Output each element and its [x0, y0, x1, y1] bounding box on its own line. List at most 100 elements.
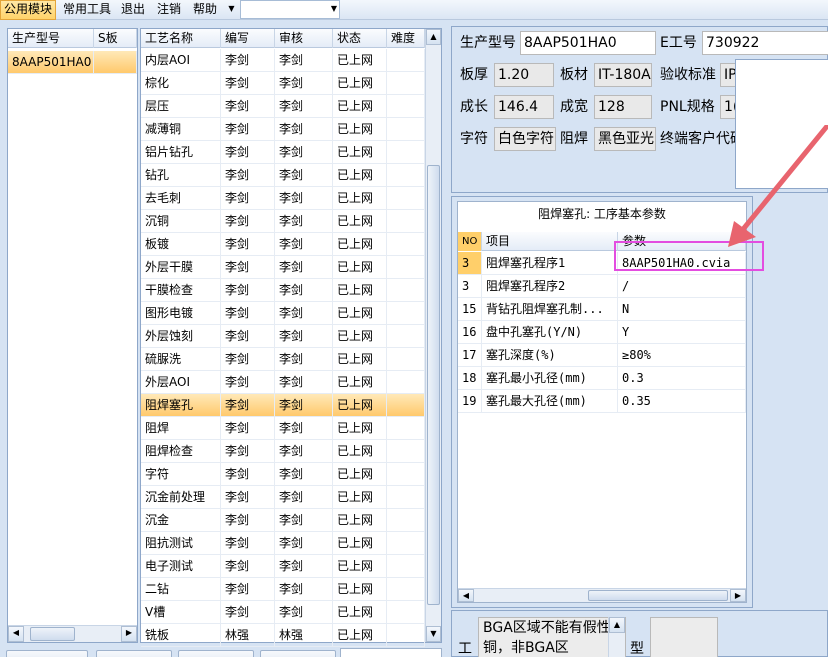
col-process-name[interactable]: 工艺名称 — [141, 29, 221, 48]
process-row[interactable]: 阻焊 李剑 李剑 已上网 — [141, 417, 425, 440]
col-status[interactable]: 状态 — [333, 29, 387, 48]
process-name-cell: 外层干膜 — [141, 256, 221, 279]
param-item-cell: 盘中孔塞孔(Y/N) — [482, 321, 618, 344]
col-difficulty[interactable]: 难度 — [387, 29, 425, 48]
scroll-right-icon[interactable]: ▶ — [121, 626, 137, 642]
scroll-thumb[interactable] — [588, 590, 728, 601]
process-row[interactable]: V槽 李剑 李剑 已上网 — [141, 601, 425, 624]
col-item[interactable]: 项目 — [482, 232, 618, 251]
process-row[interactable]: 阻抗测试 李剑 李剑 已上网 — [141, 532, 425, 555]
menu-common-tools[interactable]: 常用工具 — [60, 0, 114, 20]
reviewer-cell: 李剑 — [275, 72, 333, 95]
difficulty-cell — [387, 141, 425, 164]
model-field[interactable]: 8AAP501HA0 — [520, 31, 656, 55]
scroll-left-icon[interactable]: ◀ — [458, 589, 474, 602]
process-row[interactable]: 外层干膜 李剑 李剑 已上网 — [141, 256, 425, 279]
status-cell: 已上网 — [333, 187, 387, 210]
status-cell: 已上网 — [333, 348, 387, 371]
scroll-right-icon[interactable]: ▶ — [730, 589, 746, 602]
process-row[interactable]: 二钻 李剑 李剑 已上网 — [141, 578, 425, 601]
param-item-cell: 塞孔最大孔径(mm) — [482, 390, 618, 413]
col-author[interactable]: 编写 — [221, 29, 275, 48]
process-row[interactable]: 层压 李剑 李剑 已上网 — [141, 95, 425, 118]
process-row[interactable]: 阻焊检查 李剑 李剑 已上网 — [141, 440, 425, 463]
param-row[interactable]: 15 背钻孔阻焊塞孔制... N — [458, 298, 746, 321]
param-row[interactable]: 18 塞孔最小孔径(mm) 0.3 — [458, 367, 746, 390]
col-no[interactable]: NO — [458, 232, 482, 251]
bottom-input[interactable] — [340, 648, 442, 657]
menu-exit[interactable]: 退出 — [118, 0, 148, 20]
scroll-left-icon[interactable]: ◀ — [8, 626, 24, 642]
process-row[interactable]: 钻孔 李剑 李剑 已上网 — [141, 164, 425, 187]
scroll-up-icon[interactable]: ▲ — [426, 29, 441, 45]
author-cell: 李剑 — [221, 555, 275, 578]
reviewer-cell: 李剑 — [275, 578, 333, 601]
bottom-panel: 工 BGA区域不能有假性露铜，非BGA区 ▲ 型 — [451, 610, 828, 657]
note-vscroll[interactable]: ▲ — [608, 617, 625, 657]
process-row[interactable]: 沉金前处理 李剑 李剑 已上网 — [141, 486, 425, 509]
param-row[interactable]: 16 盘中孔塞孔(Y/N) Y — [458, 321, 746, 344]
process-name-cell: 干膜检查 — [141, 279, 221, 302]
bottom-button-3[interactable] — [178, 650, 254, 657]
process-row[interactable]: 电子测试 李剑 李剑 已上网 — [141, 555, 425, 578]
difficulty-cell — [387, 95, 425, 118]
param-value-cell: ≥80% — [618, 344, 746, 367]
author-cell: 李剑 — [221, 486, 275, 509]
process-row[interactable]: 板镀 李剑 李剑 已上网 — [141, 233, 425, 256]
process-row[interactable]: 字符 李剑 李剑 已上网 — [141, 463, 425, 486]
process-row[interactable]: 铝片钻孔 李剑 李剑 已上网 — [141, 141, 425, 164]
process-row[interactable]: 去毛刺 李剑 李剑 已上网 — [141, 187, 425, 210]
scroll-up-icon[interactable]: ▲ — [609, 617, 625, 633]
menu-help[interactable]: 帮助 — [190, 0, 220, 20]
process-row[interactable]: 外层AOI 李剑 李剑 已上网 — [141, 371, 425, 394]
process-row[interactable]: 外层蚀刻 李剑 李剑 已上网 — [141, 325, 425, 348]
menu-logout[interactable]: 注销 — [154, 0, 184, 20]
col-s-board[interactable]: S板 — [94, 29, 137, 48]
process-row[interactable]: 沉铜 李剑 李剑 已上网 — [141, 210, 425, 233]
eng-field[interactable]: 730922 — [702, 31, 828, 55]
process-row[interactable]: 铣板 林强 林强 已上网 — [141, 624, 425, 647]
param-row[interactable]: 17 塞孔深度(%) ≥80% — [458, 344, 746, 367]
col-reviewer[interactable]: 审核 — [275, 29, 333, 48]
param-hscroll[interactable]: ◀ ▶ — [458, 588, 746, 602]
process-row[interactable]: 内层AOI 李剑 李剑 已上网 — [141, 49, 425, 72]
process-row[interactable]: 硫脲洗 李剑 李剑 已上网 — [141, 348, 425, 371]
model-row[interactable]: 8AAP501HA0 — [8, 51, 137, 74]
process-row[interactable]: 棕化 李剑 李剑 已上网 — [141, 72, 425, 95]
process-row[interactable]: 沉金 李剑 李剑 已上网 — [141, 509, 425, 532]
scroll-thumb[interactable] — [30, 627, 75, 641]
menu-common-module[interactable]: 公用模块 — [0, 0, 57, 20]
status-cell: 已上网 — [333, 141, 387, 164]
process-row[interactable]: 图形电镀 李剑 李剑 已上网 — [141, 302, 425, 325]
process-row[interactable]: 减薄铜 李剑 李剑 已上网 — [141, 118, 425, 141]
reviewer-cell: 李剑 — [275, 394, 333, 417]
process-row[interactable]: 阻焊塞孔 李剑 李剑 已上网 — [141, 394, 425, 417]
toolbar-combo[interactable]: ▼ — [240, 0, 340, 19]
process-row[interactable]: 干膜检查 李剑 李剑 已上网 — [141, 279, 425, 302]
scroll-thumb[interactable] — [427, 165, 440, 605]
status-cell: 已上网 — [333, 417, 387, 440]
param-item-cell: 阻焊塞孔程序2 — [482, 275, 618, 298]
bottom-button-4[interactable] — [260, 650, 336, 657]
difficulty-cell — [387, 371, 425, 394]
param-item-cell: 塞孔最小孔径(mm) — [482, 367, 618, 390]
difficulty-cell — [387, 440, 425, 463]
process-list-vscroll[interactable]: ▲ ▼ — [425, 29, 441, 642]
scroll-down-icon[interactable]: ▼ — [426, 626, 441, 642]
mask-field: 黑色亚光 — [594, 127, 656, 151]
length-label: 成长 — [460, 99, 488, 115]
author-cell: 李剑 — [221, 279, 275, 302]
param-no-cell: 17 — [458, 344, 482, 367]
param-value-cell: Y — [618, 321, 746, 344]
bottom-button-2[interactable] — [96, 650, 172, 657]
model-list-hscroll[interactable]: ◀ ▶ — [8, 625, 137, 642]
combo-chevron-down-icon[interactable]: ▼ — [331, 4, 337, 13]
param-row[interactable]: 3 阻焊塞孔程序2/ — [458, 275, 746, 298]
type-field[interactable] — [650, 617, 718, 657]
note-textarea[interactable]: BGA区域不能有假性露铜，非BGA区 — [478, 617, 626, 657]
param-row[interactable]: 19 塞孔最大孔径(mm) 0.35 — [458, 390, 746, 413]
status-cell: 已上网 — [333, 233, 387, 256]
col-model[interactable]: 生产型号 — [8, 29, 94, 48]
menu-overflow-chevron-icon[interactable]: ▼ — [226, 2, 237, 16]
bottom-button-1[interactable] — [6, 650, 88, 657]
